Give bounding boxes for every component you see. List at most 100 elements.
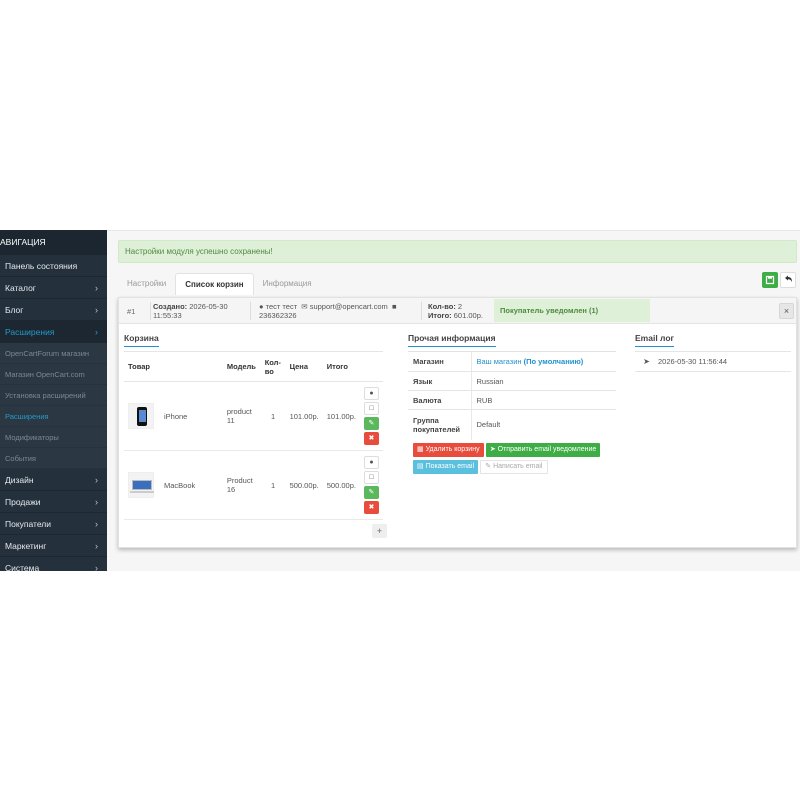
product-name: MacBook [164, 480, 196, 490]
success-alert: Настройки модуля успешно сохранены! [118, 240, 797, 263]
customer-group-label: Группа покупателей [408, 409, 472, 440]
chevron-right-icon: › [95, 305, 98, 315]
cart-button[interactable]: □ [363, 471, 379, 484]
product-total: 101.00р. [322, 381, 360, 451]
tab-information[interactable]: Информация [254, 273, 321, 295]
language-label: Язык [408, 371, 472, 391]
other-info-table: Магазин Ваш магазин (По умолчанию) Язык … [408, 351, 616, 440]
column-header: Цена [285, 351, 323, 382]
cart-icon: □ [369, 405, 374, 412]
write-email-button[interactable]: ✎ Написать email [480, 460, 548, 474]
sidebar-item-customers[interactable]: Покупатели › [0, 513, 107, 535]
product-image[interactable] [128, 472, 154, 498]
column-header-actions [359, 351, 383, 382]
add-product-button[interactable]: + [372, 524, 387, 538]
sidebar-item-extensions[interactable]: Расширения › [0, 321, 107, 343]
edit-button[interactable]: ✎ [363, 486, 379, 499]
remove-button[interactable]: ✖ [363, 501, 379, 514]
product-name: iPhone [164, 411, 188, 421]
cart-button[interactable]: □ [363, 402, 379, 415]
total-value: 601.00р. [453, 311, 483, 320]
save-button[interactable] [762, 272, 778, 288]
sidebar-item-sales[interactable]: Продажи › [0, 491, 107, 513]
cart-summary-row[interactable]: #1 Создано: 2026-05-30 11:55:33 ● тест т… [119, 298, 796, 324]
sidebar-item-label: Маркетинг [5, 541, 47, 551]
sidebar-item-blog[interactable]: Блог › [0, 299, 107, 321]
remove-button[interactable]: ✖ [363, 432, 379, 445]
chevron-right-icon: › [95, 283, 98, 293]
close-icon: ✖ [368, 504, 375, 511]
sidebar-item-label: Система [5, 563, 40, 571]
sidebar-item-label: Панель состояния [5, 261, 78, 271]
globe-button[interactable]: ● [363, 387, 379, 400]
chevron-right-icon: › [95, 563, 98, 571]
other-info-title: Прочая информация [408, 333, 496, 347]
close-button[interactable]: × [779, 303, 794, 319]
save-icon [765, 275, 775, 285]
paper-plane-icon: ➤ [489, 446, 496, 453]
delete-cart-button[interactable]: ▦ Удалить корзину [413, 443, 484, 457]
notified-badge: Покупатель уведомлен (1) [494, 299, 650, 322]
sidebar-item-marketing[interactable]: Маркетинг › [0, 535, 107, 557]
email-log-date: 2026-05-30 11:56:44 [658, 351, 791, 372]
tab-cart-list[interactable]: Список корзин [175, 273, 254, 295]
store-link[interactable]: Ваш магазин [477, 357, 522, 366]
send-email-button[interactable]: ➤ Отправить email уведомление [485, 443, 601, 457]
send-email-label: Отправить email уведомление [497, 446, 597, 453]
store-label: Магазин [408, 351, 472, 372]
currency-value: RUB [471, 390, 616, 410]
list-item: ➤ 2026-05-30 11:56:44 [635, 351, 791, 372]
file-icon: ▤ [417, 463, 424, 470]
chevron-right-icon: › [95, 497, 98, 507]
basket-title: Корзина [124, 333, 159, 347]
sidebar-subitem-extensions[interactable]: Расширения [0, 406, 107, 427]
tab-settings[interactable]: Настройки [118, 273, 175, 295]
email-log-table: ➤ 2026-05-30 11:56:44 [635, 351, 791, 372]
sidebar-subitem-installer[interactable]: Установка расширений [0, 385, 107, 406]
cart-created: Создано: 2026-05-30 11:55:33 [150, 302, 230, 320]
email-log-title: Email лог [635, 333, 675, 347]
customer-email: support@opencart.com [309, 302, 388, 311]
chevron-right-icon: › [95, 519, 98, 529]
main-content: Настройки модуля успешно сохранены! Наст… [107, 230, 800, 571]
paper-plane-icon: ➤ [635, 351, 658, 372]
total-label: Итого: [428, 311, 452, 320]
globe-button[interactable]: ● [363, 456, 379, 469]
close-icon: ✖ [368, 435, 375, 442]
cart-qty-total: Кол-во: 2 Итого: 601.00р. [421, 302, 493, 320]
product-qty: 1 [260, 381, 286, 451]
sidebar-item-system[interactable]: Система › [0, 557, 107, 571]
back-button[interactable] [780, 272, 796, 288]
sidebar-item-label: Расширения [5, 327, 55, 337]
edit-button[interactable]: ✎ [363, 417, 379, 430]
column-header: Итого [322, 351, 360, 382]
pencil-icon: ✎ [368, 420, 375, 427]
sidebar-item-dashboard[interactable]: Панель состояния [0, 255, 107, 277]
product-image[interactable] [128, 403, 154, 429]
created-label: Создано: [153, 302, 188, 311]
sidebar-subitem-events[interactable]: События [0, 448, 107, 469]
sidebar-item-design[interactable]: Дизайн › [0, 469, 107, 491]
sidebar-item-label: Покупатели [5, 519, 51, 529]
product-total: 500.00р. [322, 450, 360, 520]
show-email-label: Показать email [425, 463, 475, 470]
sidebar-subitem-opencartforum-store[interactable]: OpenCartForum магазин [0, 343, 107, 364]
sidebar-item-catalog[interactable]: Каталог › [0, 277, 107, 299]
envelope-icon: ✉ [301, 302, 308, 311]
sidebar-subitem-modifications[interactable]: Модификаторы [0, 427, 107, 448]
show-email-button[interactable]: ▤ Показать email [413, 460, 479, 474]
pencil-icon: ✎ [368, 489, 375, 496]
table-row: MacBook Product 16 1 500.00р. 500.00р. ●… [124, 450, 383, 520]
reply-icon [785, 275, 792, 282]
customer-phone: 236362326 [259, 311, 297, 320]
sidebar-item-label: Каталог [5, 283, 36, 293]
sidebar-subitem-opencart-store[interactable]: Магазин OpenCart.com [0, 364, 107, 385]
column-header: Модель [222, 351, 261, 382]
write-email-label: Написать email [493, 463, 543, 470]
globe-icon: ● [369, 459, 374, 466]
column-header: Товар [124, 351, 223, 382]
trash-icon: ▦ [417, 446, 424, 453]
phone-icon: ■ [391, 302, 397, 311]
product-price: 101.00р. [285, 381, 323, 451]
pencil-icon: ✎ [485, 463, 492, 470]
